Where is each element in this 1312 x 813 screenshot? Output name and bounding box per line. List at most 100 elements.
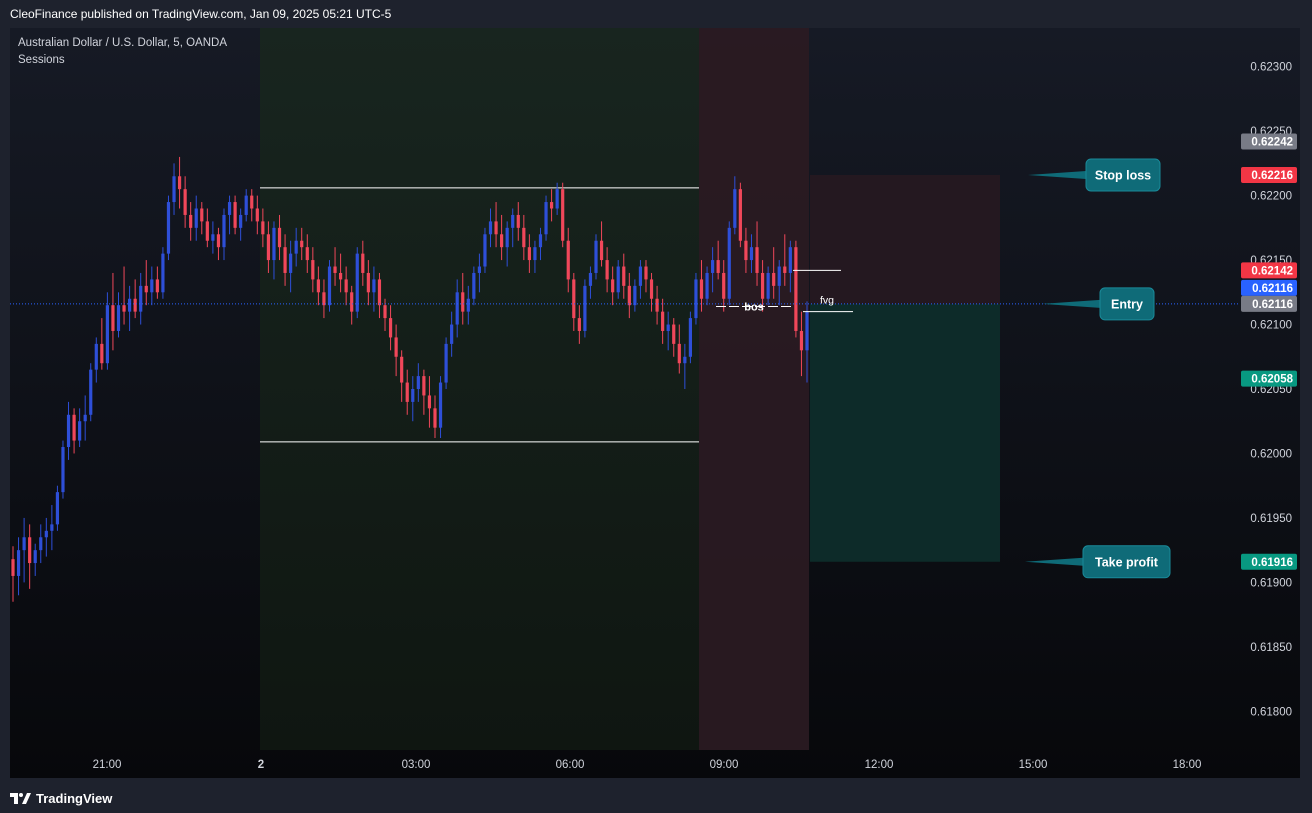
x-tick-label: 2 — [258, 759, 264, 771]
candle-body — [394, 337, 398, 357]
candle-body — [794, 247, 798, 331]
candle-body — [388, 318, 393, 338]
candle-body — [72, 414, 76, 441]
candle-body — [760, 272, 765, 299]
candle-body — [577, 318, 581, 331]
candle-body — [405, 382, 409, 402]
y-tick-label: 0.62100 — [1250, 320, 1292, 332]
candle-body — [683, 356, 687, 364]
candle-body — [433, 408, 437, 428]
candle-body — [672, 324, 676, 344]
candle-body — [366, 272, 370, 293]
candle-body — [599, 240, 604, 261]
x-tick-label: 15:00 — [1019, 759, 1048, 771]
callout-label: Take profit — [1095, 555, 1159, 569]
candle-body — [305, 247, 309, 261]
candle-body — [461, 292, 465, 312]
candle-body — [638, 266, 643, 286]
candle-body — [144, 285, 148, 293]
candle-body — [516, 214, 520, 228]
candle-body — [300, 240, 304, 248]
candle-body — [505, 227, 509, 248]
candle-body — [722, 272, 726, 299]
candle-body — [549, 202, 554, 209]
candle-body — [616, 266, 620, 293]
candle-body — [572, 279, 576, 319]
candle-body — [177, 176, 182, 190]
candle-body — [727, 227, 731, 299]
candle-body — [744, 240, 748, 261]
candle-body — [200, 208, 204, 222]
candlestick-chart[interactable]: bos fvg Stop loss Entry Take profit 0.62300… — [0, 0, 1312, 783]
candle-body — [494, 221, 498, 235]
candle-body — [561, 189, 565, 241]
candle-body — [755, 247, 759, 273]
tradingview-logo[interactable]: TradingView — [10, 791, 112, 806]
session-backgrounds — [260, 28, 809, 750]
candle-body — [94, 343, 98, 370]
y-tick-label: 0.62300 — [1250, 62, 1292, 74]
candle-body — [39, 537, 43, 551]
candle-body — [183, 189, 187, 215]
candle-body — [55, 492, 60, 525]
x-tick-label: 03:00 — [402, 759, 431, 771]
candle-body — [422, 376, 426, 396]
candle-body — [500, 234, 504, 248]
price-label: 0.62116 — [1252, 283, 1293, 295]
candle-body — [699, 279, 704, 299]
candle-body — [277, 227, 282, 248]
candle-body — [111, 305, 115, 331]
y-tick-label: 0.61950 — [1250, 513, 1292, 525]
candle-body — [283, 247, 287, 273]
candle-body — [372, 279, 376, 293]
x-tick-label: 12:00 — [865, 759, 894, 771]
candle-body — [239, 214, 243, 228]
candle-body — [527, 247, 531, 261]
candle-body — [400, 356, 404, 383]
candle-body — [488, 221, 493, 235]
candle-body — [261, 221, 265, 235]
candle-body — [644, 266, 648, 280]
candle-body — [633, 285, 637, 306]
candle-body — [322, 292, 326, 306]
candle-body — [749, 247, 754, 261]
candle-body — [450, 324, 454, 344]
candle-body — [172, 176, 176, 203]
candle-body — [233, 202, 237, 228]
candle-body — [477, 266, 482, 273]
candle-body — [566, 240, 570, 280]
candle-body — [711, 260, 715, 273]
candle-body — [122, 305, 126, 312]
fvg-label: fvg — [820, 294, 834, 306]
candle-body — [289, 253, 293, 273]
candle-body — [766, 272, 770, 299]
candle-body — [383, 305, 387, 319]
candle-body — [350, 292, 354, 312]
x-tick-label: 21:00 — [93, 759, 122, 771]
candle-body — [538, 234, 543, 248]
stop-zone — [810, 174, 1000, 304]
candle-body — [649, 279, 654, 299]
y-tick-label: 0.62200 — [1250, 191, 1292, 203]
candle-body — [483, 234, 487, 267]
candle-body — [50, 524, 54, 531]
candle-body — [11, 559, 15, 576]
candle-body — [83, 414, 87, 422]
candle-body — [272, 227, 276, 261]
candle-body — [438, 382, 443, 428]
candle-body — [661, 311, 665, 331]
candle-body — [716, 260, 720, 273]
candle-body — [139, 285, 143, 312]
candle-body — [594, 240, 598, 273]
session-box — [260, 28, 699, 750]
y-tick-label: 0.62000 — [1250, 448, 1292, 460]
candle-body — [444, 343, 448, 383]
indicator-label: Sessions — [18, 54, 65, 66]
candle-body — [533, 247, 537, 261]
candle-body — [61, 447, 65, 493]
candle-body — [427, 395, 432, 409]
candle-body — [705, 272, 709, 299]
candle-body — [622, 266, 626, 286]
price-label: 0.62216 — [1251, 170, 1293, 182]
x-tick-label: 06:00 — [556, 759, 585, 771]
